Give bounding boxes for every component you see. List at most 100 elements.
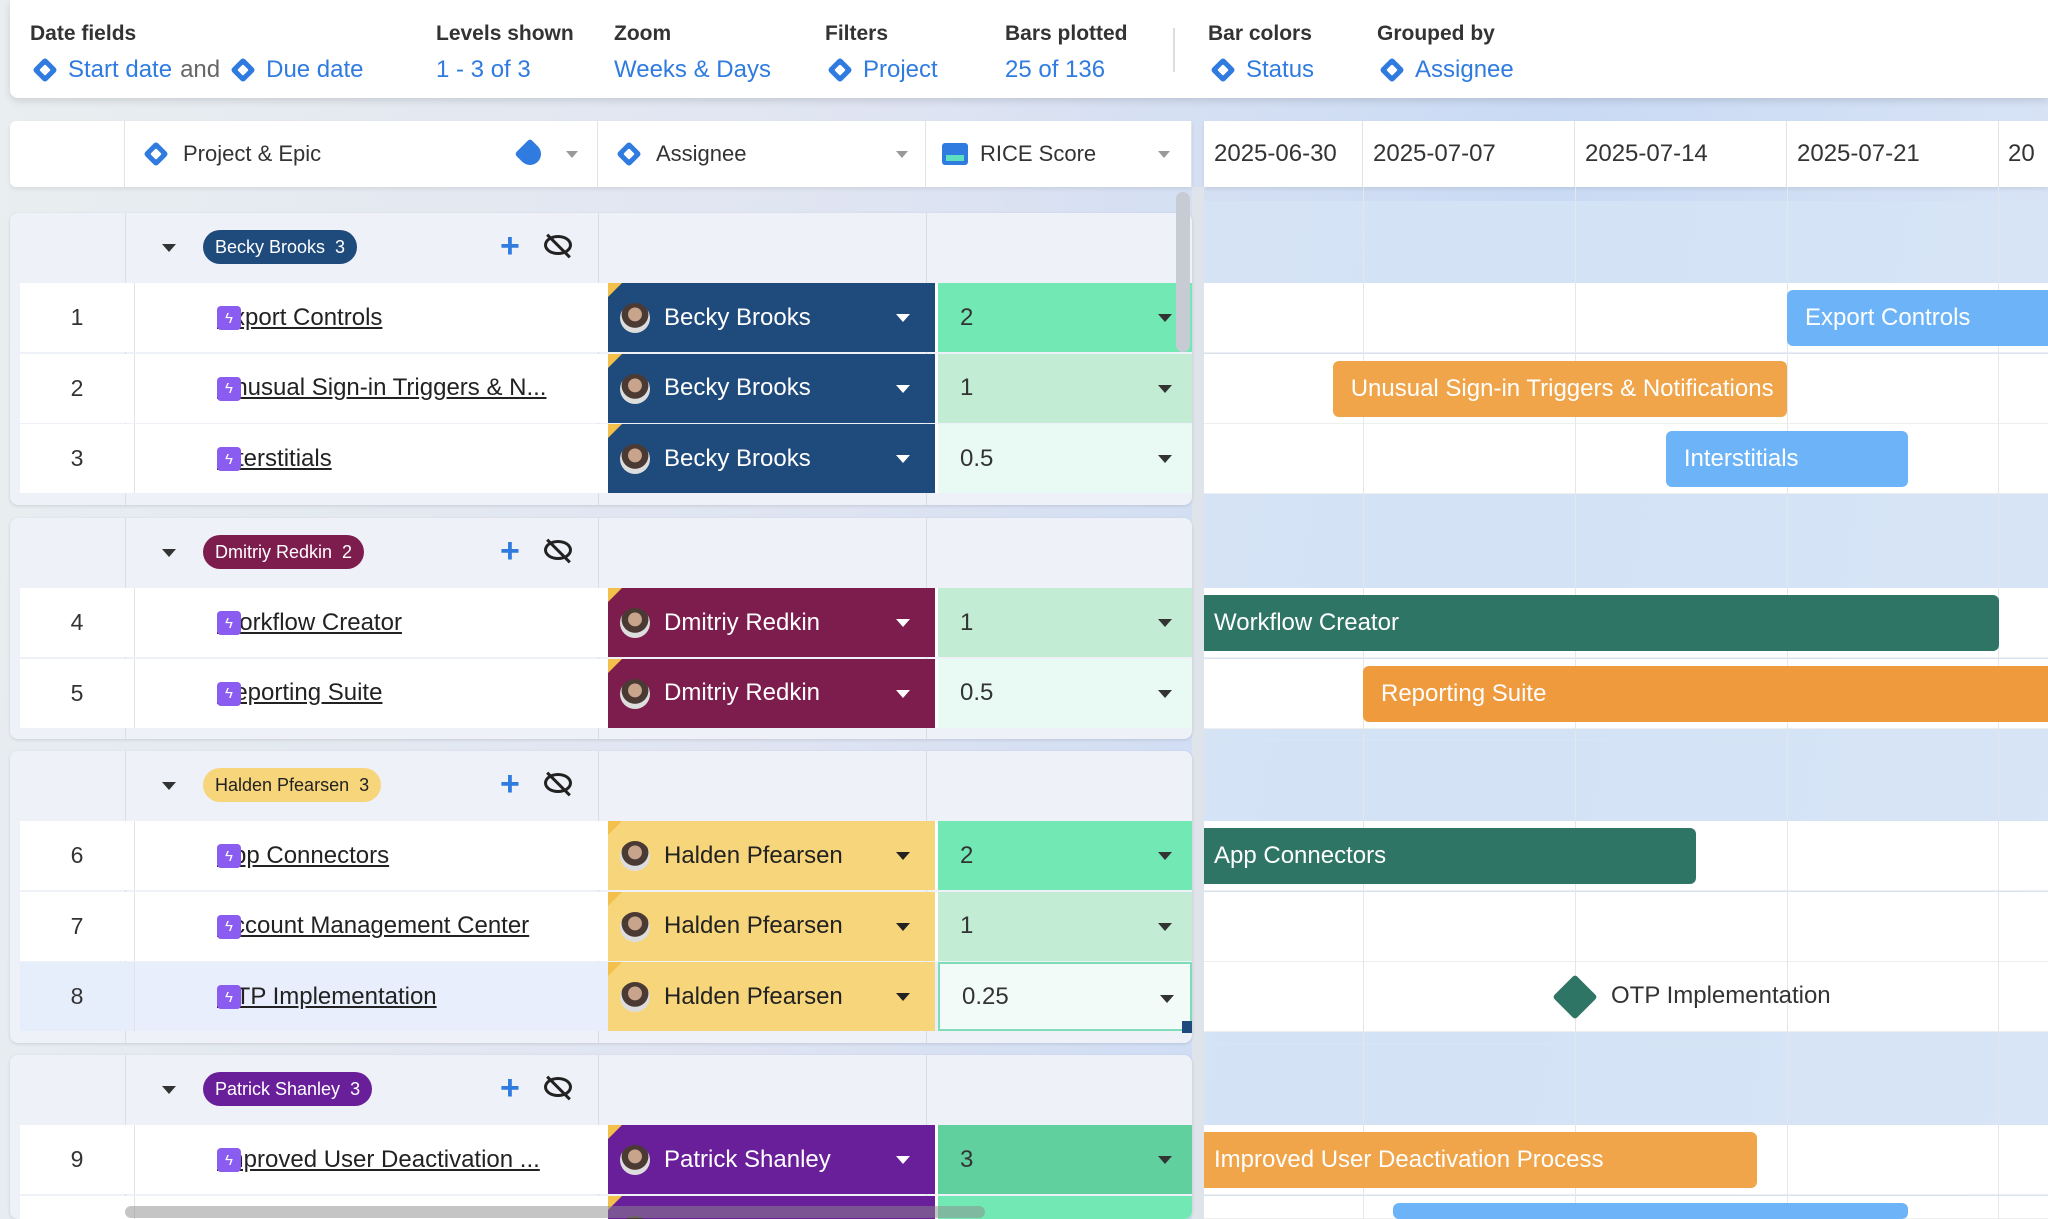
fill-handle[interactable] — [1182, 1021, 1192, 1033]
chevron-down-icon[interactable] — [896, 689, 910, 698]
epic-title-link[interactable]: Workflow Creator — [135, 588, 608, 657]
add-item-icon[interactable]: + — [500, 765, 520, 804]
bars-plotted-value[interactable]: 25 of 136 — [1005, 56, 1105, 84]
pane-divider[interactable] — [1192, 187, 1204, 1219]
hide-icon[interactable] — [544, 233, 572, 259]
hide-icon[interactable] — [544, 1075, 572, 1101]
chevron-down-icon[interactable] — [566, 151, 578, 158]
chevron-down-icon[interactable] — [1158, 151, 1170, 158]
group-pill[interactable]: Becky Brooks 3 — [203, 230, 358, 264]
bar-colors-control[interactable]: Bar colors Status — [1208, 22, 1314, 84]
vertical-scrollbar[interactable] — [1176, 192, 1190, 352]
table-row[interactable]: 7 Account Management Center ϟ Halden Pfears… — [20, 891, 1192, 961]
gantt-bar[interactable]: Unusual Sign-in Triggers & Notifications — [1332, 360, 1787, 417]
epic-title-link[interactable]: Export Controls — [135, 283, 608, 352]
collapse-group-icon[interactable] — [162, 244, 176, 252]
chevron-down-icon[interactable] — [896, 852, 910, 860]
chevron-down-icon[interactable] — [1160, 995, 1174, 1003]
assignee-cell[interactable]: Becky Brooks — [608, 283, 935, 352]
group-pill[interactable]: Patrick Shanley 3 — [203, 1072, 373, 1106]
rice-score-cell[interactable]: 1 — [938, 588, 1192, 657]
tag-icon[interactable] — [514, 138, 546, 170]
rice-score-cell[interactable]: 1 — [938, 353, 1192, 423]
filters-value[interactable]: Project — [863, 56, 938, 84]
assignee-cell[interactable]: Becky Brooks — [608, 424, 935, 493]
date-fields-control[interactable]: Date fields Start date and Due date — [30, 22, 364, 84]
table-row[interactable]: 3 Interstitials ϟ Becky Brooks 0.5 — [20, 424, 1192, 493]
table-row[interactable]: 4 Workflow Creator ϟ Dmitriy Redkin 1 — [20, 588, 1192, 657]
epic-title-link[interactable]: Account Management Center — [135, 892, 608, 961]
chevron-down-icon[interactable] — [896, 1156, 910, 1164]
table-row[interactable]: 5 Reporting Suite ϟ Dmitriy Redkin 0.5 — [20, 658, 1192, 728]
chevron-down-icon[interactable] — [1158, 314, 1172, 322]
grouped-by-value[interactable]: Assignee — [1415, 56, 1514, 84]
chevron-down-icon[interactable] — [896, 619, 910, 627]
collapse-group-icon[interactable] — [162, 1086, 176, 1094]
rice-score-cell[interactable]: 3 — [938, 1125, 1192, 1194]
assignee-cell[interactable]: Halden Pfearsen — [608, 821, 935, 890]
assignee-cell[interactable]: Halden Pfearsen — [608, 962, 935, 1031]
chevron-down-icon[interactable] — [896, 993, 910, 1001]
hide-icon[interactable] — [544, 538, 572, 564]
rice-column-header[interactable]: RICE Score — [926, 121, 1192, 187]
horizontal-scrollbar[interactable] — [125, 1206, 985, 1218]
table-row[interactable]: 6 App Connectors ϟ Halden Pfearsen 2 — [20, 821, 1192, 890]
epic-title-link[interactable]: Reporting Suite — [135, 659, 608, 728]
table-row[interactable]: 1 Export Controls ϟ Becky Brooks 2 — [20, 283, 1192, 352]
hide-icon[interactable] — [544, 771, 572, 797]
assignee-column-header[interactable]: Assignee — [598, 121, 926, 187]
assignee-cell[interactable]: Halden Pfearsen — [608, 891, 935, 961]
gantt-bar[interactable]: Reporting Suite — [1363, 665, 2048, 722]
grouped-by-control[interactable]: Grouped by Assignee — [1377, 22, 1514, 84]
add-item-icon[interactable]: + — [500, 227, 520, 266]
chevron-down-icon[interactable] — [896, 151, 908, 158]
epic-title-link[interactable]: Unusual Sign-in Triggers & N... — [135, 354, 608, 423]
gantt-bar[interactable]: Export Controls — [1787, 290, 2048, 346]
chevron-down-icon[interactable] — [896, 314, 910, 322]
rice-score-cell[interactable]: 0.25 — [938, 962, 1192, 1033]
chevron-down-icon[interactable] — [1158, 922, 1172, 931]
rice-score-cell[interactable]: 0.5 — [938, 658, 1192, 728]
bars-plotted-control[interactable]: Bars plotted 25 of 136 — [1005, 22, 1128, 84]
gantt-bar[interactable] — [1393, 1202, 1909, 1219]
rice-score-cell[interactable]: 2 — [938, 821, 1192, 890]
assignee-cell[interactable]: Patrick Shanley — [608, 1125, 935, 1194]
epic-title-link[interactable]: Interstitials — [135, 424, 608, 493]
zoom-control[interactable]: Zoom Weeks & Days — [614, 22, 771, 84]
chevron-down-icon[interactable] — [1158, 1156, 1172, 1164]
bar-colors-value[interactable]: Status — [1246, 56, 1314, 84]
levels-value[interactable]: 1 - 3 of 3 — [436, 56, 531, 84]
chevron-down-icon[interactable] — [1158, 852, 1172, 860]
chevron-down-icon[interactable] — [896, 384, 910, 393]
rice-score-cell[interactable]: 0.5 — [938, 424, 1192, 493]
filters-control[interactable]: Filters Project — [825, 22, 938, 84]
assignee-cell[interactable]: Dmitriy Redkin — [608, 588, 935, 657]
gantt-bar[interactable]: Interstitials — [1665, 431, 1909, 487]
chevron-down-icon[interactable] — [1158, 619, 1172, 627]
epic-title-link[interactable]: Improved User Deactivation ... — [135, 1125, 608, 1194]
chevron-down-icon[interactable] — [1158, 689, 1172, 698]
gantt-bar[interactable]: App Connectors — [1204, 828, 1697, 884]
table-row[interactable]: 2 Unusual Sign-in Triggers & N... ϟ Becky B… — [20, 353, 1192, 423]
start-date-link[interactable]: Start date — [68, 56, 172, 84]
collapse-group-icon[interactable] — [162, 549, 176, 557]
zoom-value[interactable]: Weeks & Days — [614, 56, 771, 84]
rice-score-cell[interactable]: 1 — [938, 891, 1192, 961]
gantt-bar[interactable]: Improved User Deactivation Process — [1204, 1132, 1757, 1188]
epic-title-link[interactable]: App Connectors — [135, 821, 608, 890]
chevron-down-icon[interactable] — [1158, 384, 1172, 393]
group-pill[interactable]: Dmitriy Redkin 2 — [203, 535, 365, 569]
chevron-down-icon[interactable] — [896, 922, 910, 931]
due-date-link[interactable]: Due date — [266, 56, 363, 84]
group-pill[interactable]: Halden Pfearsen 3 — [203, 768, 382, 802]
project-column-header[interactable]: Project & Epic — [125, 121, 598, 187]
rice-score-cell[interactable]: 2 — [938, 283, 1192, 352]
table-row[interactable]: 9 Improved User Deactivation ... ϟ Patrick … — [20, 1125, 1192, 1194]
collapse-group-icon[interactable] — [162, 782, 176, 790]
table-row[interactable]: 8 OTP Implementation ϟ Halden Pfearsen 0.25 — [20, 962, 1192, 1033]
assignee-cell[interactable]: Dmitriy Redkin — [608, 658, 935, 728]
add-item-icon[interactable]: + — [500, 1069, 520, 1108]
add-item-icon[interactable]: + — [500, 532, 520, 571]
chevron-down-icon[interactable] — [896, 455, 910, 463]
gantt-bar[interactable]: Workflow Creator — [1204, 595, 1999, 651]
